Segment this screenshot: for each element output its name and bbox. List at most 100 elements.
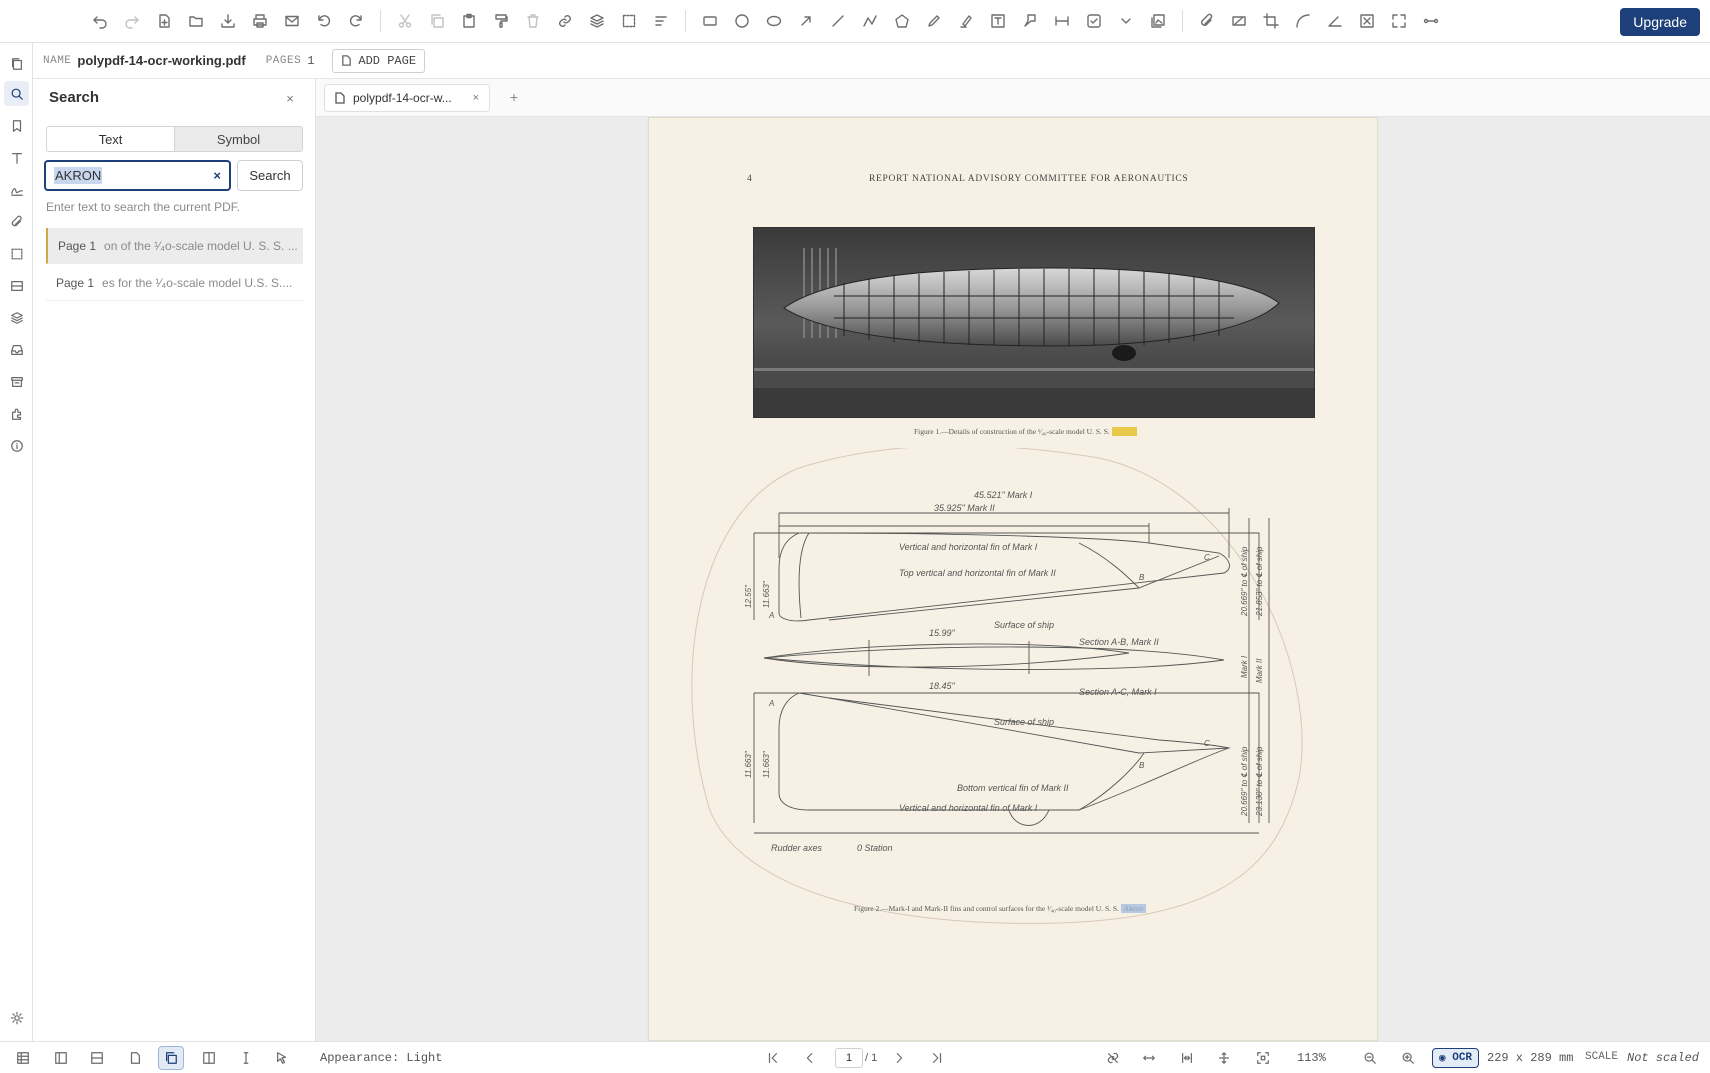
copy-icon[interactable]	[421, 5, 453, 37]
table-view-icon[interactable]	[10, 1046, 36, 1070]
plugin-icon[interactable]	[4, 401, 29, 426]
highlighter-icon[interactable]	[950, 5, 982, 37]
redo-icon[interactable]	[116, 5, 148, 37]
arrow-icon[interactable]	[790, 5, 822, 37]
search-button[interactable]: Search	[237, 160, 303, 191]
close-tab-icon[interactable]: ×	[473, 92, 479, 104]
link-off-icon[interactable]	[1100, 1046, 1126, 1070]
layers-icon[interactable]	[581, 5, 613, 37]
zoom-select[interactable]: 113%	[1297, 1051, 1326, 1065]
two-page-icon[interactable]	[196, 1046, 222, 1070]
curve-icon[interactable]	[1287, 5, 1319, 37]
text-tool-icon[interactable]	[4, 145, 29, 170]
redact-icon[interactable]	[1223, 5, 1255, 37]
continuous-pages-icon[interactable]	[158, 1046, 184, 1070]
point-label: A	[768, 611, 774, 620]
zoom-out-icon[interactable]	[1357, 1046, 1383, 1070]
upgrade-button[interactable]: Upgrade	[1620, 8, 1700, 36]
signature-icon[interactable]	[4, 177, 29, 202]
rotate-right-icon[interactable]	[340, 5, 372, 37]
zoom-in-icon[interactable]	[1395, 1046, 1421, 1070]
info-icon[interactable]	[4, 433, 29, 458]
text-box-icon[interactable]	[982, 5, 1014, 37]
last-page-icon[interactable]	[924, 1046, 950, 1070]
tab-text[interactable]: Text	[47, 127, 174, 151]
search-result[interactable]: Page 1 es for the ¹⁄₄o-scale model U.S. …	[46, 265, 303, 301]
link-icon[interactable]	[549, 5, 581, 37]
callout-icon[interactable]	[1014, 5, 1046, 37]
checkbox-icon[interactable]	[1078, 5, 1110, 37]
single-page-icon[interactable]	[122, 1046, 148, 1070]
open-folder-icon[interactable]	[180, 5, 212, 37]
delete-icon[interactable]	[517, 5, 549, 37]
attachment-icon[interactable]	[1191, 5, 1223, 37]
paste-icon[interactable]	[453, 5, 485, 37]
fit-width-icon[interactable]	[1136, 1046, 1162, 1070]
drawing-label: Vertical and horizontal fin of Mark I	[899, 542, 1038, 552]
settings-gear-icon[interactable]	[4, 1005, 29, 1030]
polygon-icon[interactable]	[886, 5, 918, 37]
document-canvas[interactable]: 4 REPORT NATIONAL ADVISORY COMMITTEE FOR…	[316, 117, 1710, 1041]
measure-icon[interactable]	[1046, 5, 1078, 37]
document-info-bar: NAME polypdf-14-ocr-working.pdf PAGES 1 …	[33, 43, 1710, 79]
format-painter-icon[interactable]	[485, 5, 517, 37]
search-result[interactable]: Page 1 on of the ¹⁄₄o-scale model U. S. …	[46, 228, 303, 264]
search-input[interactable]: AKRON	[54, 167, 103, 184]
fit-page-icon[interactable]	[1174, 1046, 1200, 1070]
document-tab-bar: polypdf-14-ocr-w... × +	[316, 79, 1710, 117]
pages-icon[interactable]	[4, 51, 29, 76]
image-icon[interactable]	[1142, 5, 1174, 37]
document-tab[interactable]: polypdf-14-ocr-w... ×	[324, 84, 490, 112]
add-page-button[interactable]: ADD PAGE	[332, 48, 426, 73]
split-horizontal-icon[interactable]	[84, 1046, 110, 1070]
rectangle-icon[interactable]	[694, 5, 726, 37]
shape-delete-icon[interactable]	[1351, 5, 1383, 37]
close-icon[interactable]: ×	[281, 89, 299, 107]
inbox-icon[interactable]	[4, 337, 29, 362]
email-icon[interactable]	[276, 5, 308, 37]
previous-page-icon[interactable]	[797, 1046, 823, 1070]
distance-icon[interactable]	[1415, 5, 1447, 37]
circle-icon[interactable]	[726, 5, 758, 37]
split-vertical-icon[interactable]	[48, 1046, 74, 1070]
clear-search-icon[interactable]: ×	[213, 168, 221, 183]
text-cursor-icon[interactable]	[233, 1046, 259, 1070]
form-fields-icon[interactable]	[4, 273, 29, 298]
ocr-badge[interactable]: ◉ OCR	[1432, 1048, 1480, 1068]
pen-icon[interactable]	[918, 5, 950, 37]
align-icon[interactable]	[645, 5, 677, 37]
ellipse-icon[interactable]	[758, 5, 790, 37]
new-file-icon[interactable]	[148, 5, 180, 37]
fullscreen-icon[interactable]	[1383, 5, 1415, 37]
search-icon[interactable]	[4, 81, 29, 106]
search-highlight-akron[interactable]: Akron	[1120, 904, 1146, 913]
add-tab-icon[interactable]: +	[506, 89, 522, 105]
chevron-down-icon[interactable]	[1110, 5, 1142, 37]
selection-icon[interactable]	[4, 241, 29, 266]
actual-size-icon[interactable]	[1250, 1046, 1276, 1070]
select-area-icon[interactable]	[613, 5, 645, 37]
line-icon[interactable]	[822, 5, 854, 37]
layers-icon[interactable]	[4, 305, 29, 330]
bookmark-icon[interactable]	[4, 113, 29, 138]
search-highlight-akron[interactable]: Akron	[1111, 427, 1137, 436]
first-page-icon[interactable]	[760, 1046, 786, 1070]
next-page-icon[interactable]	[886, 1046, 912, 1070]
crop-icon[interactable]	[1255, 5, 1287, 37]
pointer-icon[interactable]	[269, 1046, 295, 1070]
page-number-input[interactable]: 1	[835, 1048, 863, 1068]
archive-icon[interactable]	[4, 369, 29, 394]
download-icon[interactable]	[212, 5, 244, 37]
fit-height-icon[interactable]	[1211, 1046, 1237, 1070]
angle-icon[interactable]	[1319, 5, 1351, 37]
polyline-icon[interactable]	[854, 5, 886, 37]
rotate-left-icon[interactable]	[308, 5, 340, 37]
pdf-page[interactable]: 4 REPORT NATIONAL ADVISORY COMMITTEE FOR…	[648, 117, 1378, 1041]
drawing-dimension: 23.130" to ℄ of ship	[1255, 746, 1264, 817]
appearance-label[interactable]: Appearance: Light	[320, 1051, 442, 1065]
cut-icon[interactable]	[389, 5, 421, 37]
print-icon[interactable]	[244, 5, 276, 37]
attachment-icon[interactable]	[4, 209, 29, 234]
tab-symbol[interactable]: Symbol	[174, 127, 302, 151]
undo-icon[interactable]	[84, 5, 116, 37]
